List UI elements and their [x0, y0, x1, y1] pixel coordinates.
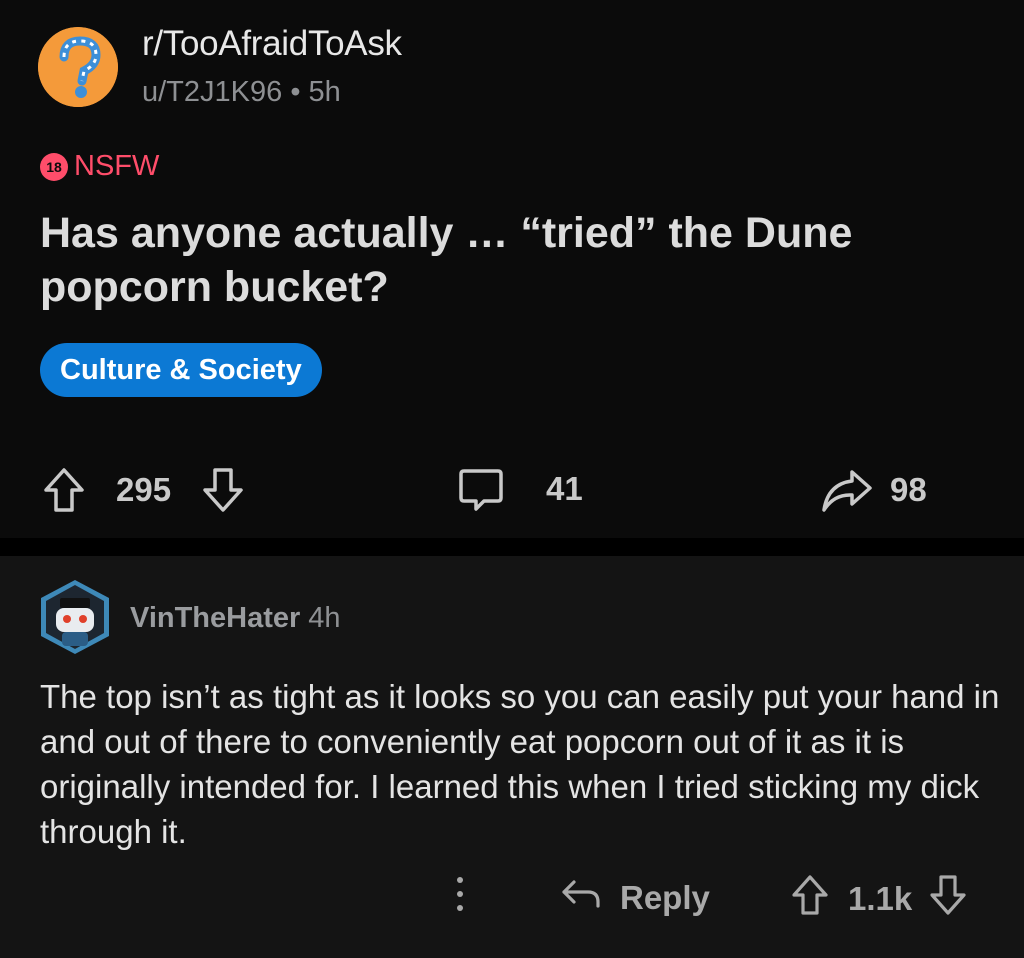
- nsfw-badge-icon: 18: [40, 152, 68, 181]
- commenter-avatar-icon[interactable]: [36, 578, 114, 656]
- comment-username[interactable]: VinTheHater: [130, 602, 300, 634]
- comment-more-button[interactable]: [450, 874, 470, 922]
- comment-score: 1.1k: [848, 880, 913, 917]
- comment-card: VinTheHater 4h The top isn’t as tight as …: [0, 556, 1024, 958]
- subreddit-avatar-icon[interactable]: [38, 27, 118, 107]
- comment-body: The top isn’t as tight as it looks so yo…: [40, 678, 1000, 850]
- comment-header: VinTheHater 4h: [130, 602, 341, 635]
- post-meta: u/T2J1K96 • 5h: [142, 76, 341, 109]
- share-button[interactable]: 98: [820, 466, 927, 514]
- comment-downvote-icon[interactable]: [928, 874, 968, 924]
- meta-separator: •: [290, 76, 309, 108]
- comment-upvote-icon[interactable]: [790, 874, 830, 924]
- reply-button[interactable]: Reply: [560, 874, 710, 922]
- downvote-icon[interactable]: [201, 466, 245, 514]
- nsfw-tag: 18 NSFW: [40, 150, 159, 183]
- comment-vote-group: 1.1k: [790, 874, 968, 924]
- section-divider: [0, 538, 1024, 556]
- post-card: r/TooAfraidToAsk u/T2J1K96 • 5h 18 NSFW …: [0, 0, 1024, 538]
- share-arrow-icon: [820, 466, 874, 514]
- post-age: 5h: [308, 76, 341, 108]
- upvote-icon[interactable]: [42, 466, 86, 514]
- upvote-count: 295: [116, 471, 172, 508]
- vote-group: 295: [42, 466, 245, 514]
- post-title[interactable]: Has anyone actually … “tried” the Dune p…: [40, 206, 970, 314]
- post-flair[interactable]: Culture & Society: [40, 343, 322, 397]
- comment-age: 4h: [308, 602, 341, 634]
- comments-button[interactable]: 41: [458, 466, 583, 512]
- reply-arrow-icon: [560, 874, 602, 922]
- comment-bubble-icon: [458, 466, 504, 512]
- more-options-icon: [450, 874, 470, 922]
- comment-count: 41: [546, 470, 583, 507]
- post-author[interactable]: u/T2J1K96: [142, 76, 282, 108]
- nsfw-label: NSFW: [74, 150, 160, 182]
- reply-label: Reply: [620, 879, 710, 916]
- share-count: 98: [890, 471, 927, 508]
- subreddit-name[interactable]: r/TooAfraidToAsk: [142, 24, 402, 64]
